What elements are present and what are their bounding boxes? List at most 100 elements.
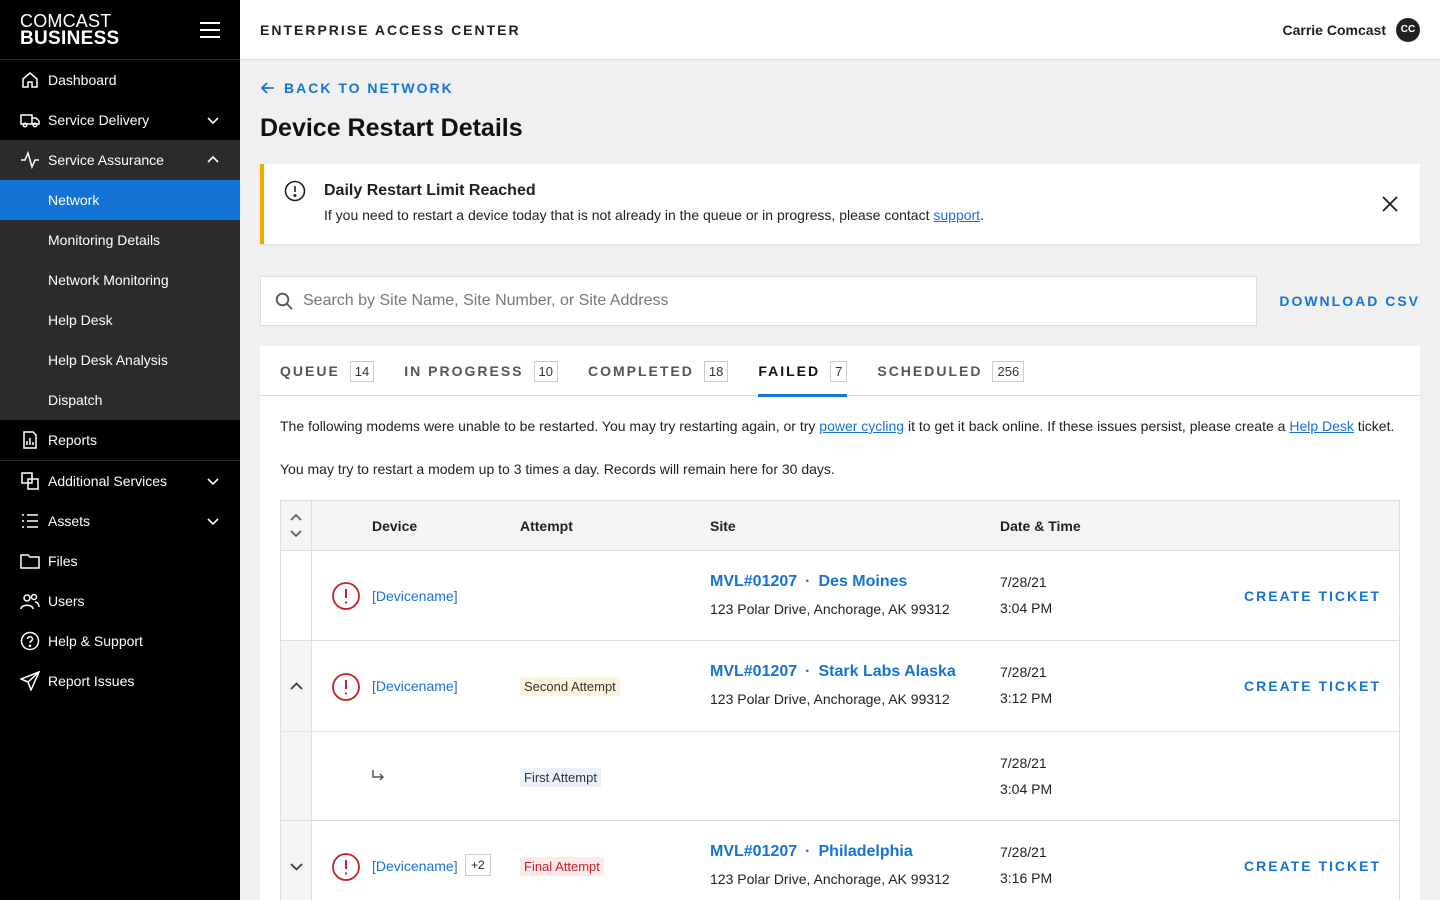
sidebar-item-files[interactable]: Files — [0, 541, 240, 581]
search-icon — [275, 292, 293, 310]
chevron-up-icon[interactable] — [290, 680, 303, 693]
tab-queue[interactable]: QUEUE 14 — [280, 346, 375, 396]
tab-in-progress[interactable]: IN PROGRESS 10 — [404, 346, 558, 396]
table-header: Device Attempt Site Date & Time — [281, 501, 1399, 551]
sidebar-item-additional-services[interactable]: Additional Services — [0, 461, 240, 501]
tab-scheduled[interactable]: SCHEDULED 256 — [877, 346, 1025, 396]
sidebar-item-service-delivery[interactable]: Service Delivery — [0, 100, 240, 140]
tab-label: COMPLETED — [587, 363, 694, 379]
date-time: 7/28/21 3:04 PM — [1000, 750, 1052, 802]
row-gutter[interactable] — [281, 641, 312, 731]
help-icon — [20, 631, 40, 651]
close-icon[interactable] — [1380, 194, 1400, 214]
col-attempt[interactable]: Attempt — [520, 518, 573, 534]
sidebar-item-label: Help Desk Analysis — [48, 352, 168, 368]
sidebar-item-reports[interactable]: Reports — [0, 420, 240, 460]
truck-icon — [20, 110, 40, 130]
date-time: 7/28/21 3:04 PM — [1000, 569, 1052, 621]
tab-failed[interactable]: FAILED 7 — [758, 346, 848, 397]
retry-note: You may try to restart a modem up to 3 t… — [280, 461, 835, 477]
sidebar-item-service-assurance[interactable]: Service Assurance — [0, 140, 240, 180]
sidebar: COMCAST BUSINESS Dashboard Service Deliv… — [0, 0, 240, 900]
site-link[interactable]: MVL#01207 · Des Moines — [710, 573, 907, 591]
sidebar-item-label: Network — [48, 192, 100, 208]
desc-text: it to get it back online. If these issue… — [904, 418, 1290, 434]
restart-limit-alert: Daily Restart Limit Reached If you need … — [260, 164, 1420, 244]
sidebar-subitem-dispatch[interactable]: Dispatch — [0, 380, 240, 420]
tab-completed[interactable]: COMPLETED 18 — [587, 346, 729, 396]
site-link[interactable]: MVL#01207 · Stark Labs Alaska — [710, 663, 956, 681]
help-desk-link[interactable]: Help Desk — [1289, 418, 1354, 434]
users-icon — [20, 591, 40, 611]
avatar[interactable]: CC — [1396, 17, 1420, 42]
site-number: MVL#01207 — [710, 843, 798, 860]
sidebar-item-label: Network Monitoring — [48, 272, 169, 288]
row-gutter[interactable] — [281, 821, 312, 900]
sidebar-item-label: Files — [48, 553, 78, 569]
sidebar-item-assets[interactable]: Assets — [0, 501, 240, 541]
device-link[interactable]: [Devicename] — [372, 588, 458, 604]
tab-count: 10 — [533, 360, 558, 382]
home-icon — [20, 70, 40, 90]
device-link[interactable]: [Devicename] — [372, 678, 458, 694]
attempt-badge: Final Attempt — [520, 857, 604, 876]
sidebar-subitem-network[interactable]: Network — [0, 180, 240, 220]
tab-label: QUEUE — [280, 363, 340, 379]
sidebar-item-dashboard[interactable]: Dashboard — [0, 60, 240, 100]
list-icon — [20, 511, 40, 531]
comcast-business-logo[interactable]: COMCAST BUSINESS — [20, 12, 120, 48]
more-devices-badge[interactable]: +2 — [465, 854, 491, 876]
col-datetime[interactable]: Date & Time — [1000, 518, 1081, 534]
sidebar-item-label: Report Issues — [48, 673, 135, 689]
search-box — [260, 276, 1257, 326]
app-title: ENTERPRISE ACCESS CENTER — [260, 21, 521, 38]
site-link[interactable]: MVL#01207 · Philadelphia — [710, 843, 913, 861]
col-device[interactable]: Device — [372, 518, 417, 534]
device-link[interactable]: [Devicename] — [372, 858, 458, 874]
sidebar-subitem-help-desk-analysis[interactable]: Help Desk Analysis — [0, 340, 240, 380]
sidebar-item-users[interactable]: Users — [0, 581, 240, 621]
col-site[interactable]: Site — [710, 518, 736, 534]
desc-text: ticket. — [1353, 418, 1395, 434]
sidebar-subitem-network-monitoring[interactable]: Network Monitoring — [0, 260, 240, 300]
menu-icon[interactable] — [200, 21, 220, 38]
sidebar-subitem-help-desk[interactable]: Help Desk — [0, 300, 240, 340]
create-ticket-button[interactable]: CREATE TICKET — [1244, 678, 1381, 694]
user-menu[interactable]: Carrie Comcast CC — [1283, 17, 1420, 42]
alert-circle-icon — [284, 180, 306, 202]
sidebar-item-label: Users — [48, 593, 85, 609]
table-row: [Devicename] MVL#01207 · Des Moines 123 Po… — [281, 551, 1399, 641]
sidebar-item-label: Help & Support — [48, 633, 143, 649]
sidebar-item-label: Dashboard — [48, 72, 117, 88]
power-cycling-link[interactable]: power cycling — [819, 418, 904, 434]
chevron-down-icon — [290, 530, 302, 538]
search-input[interactable] — [303, 292, 1203, 310]
report-icon — [20, 430, 40, 450]
sidebar-item-label: Assets — [48, 513, 91, 529]
date-time: 7/28/21 3:16 PM — [1000, 839, 1052, 891]
table-row: [Devicename] Second Attempt MVL#01207 · St… — [281, 641, 1399, 732]
sidebar-item-report-issues[interactable]: Report Issues — [0, 661, 240, 701]
page-title: Device Restart Details — [260, 114, 523, 142]
download-csv-button[interactable]: DOWNLOAD CSV — [1279, 293, 1420, 309]
site-name: Philadelphia — [818, 843, 913, 860]
tab-count: 18 — [703, 360, 729, 382]
support-link[interactable]: support — [933, 207, 980, 223]
sidebar-subitem-monitoring-details[interactable]: Monitoring Details — [0, 220, 240, 260]
sidebar-item-label: Help Desk — [48, 312, 113, 328]
tab-label: SCHEDULED — [877, 363, 983, 379]
site-address: 123 Polar Drive, Anchorage, AK 99312 — [710, 601, 950, 617]
table-subrow: First Attempt 7/28/21 3:04 PM — [281, 732, 1399, 821]
separator-dot: · — [805, 663, 811, 680]
sidebar-item-help-support[interactable]: Help & Support — [0, 621, 240, 661]
back-to-network-link[interactable]: BACK TO NETWORK — [260, 80, 454, 96]
top-header: ENTERPRISE ACCESS CENTER Carrie Comcast … — [240, 0, 1440, 60]
sort-toggle[interactable] — [281, 501, 312, 550]
date: 7/28/21 — [1000, 574, 1047, 590]
date: 7/28/21 — [1000, 664, 1047, 680]
create-ticket-button[interactable]: CREATE TICKET — [1244, 588, 1381, 604]
date: 7/28/21 — [1000, 755, 1047, 771]
chevron-down-icon[interactable] — [290, 860, 303, 873]
create-ticket-button[interactable]: CREATE TICKET — [1244, 858, 1381, 874]
sidebar-item-label: Service Assurance — [48, 152, 164, 168]
